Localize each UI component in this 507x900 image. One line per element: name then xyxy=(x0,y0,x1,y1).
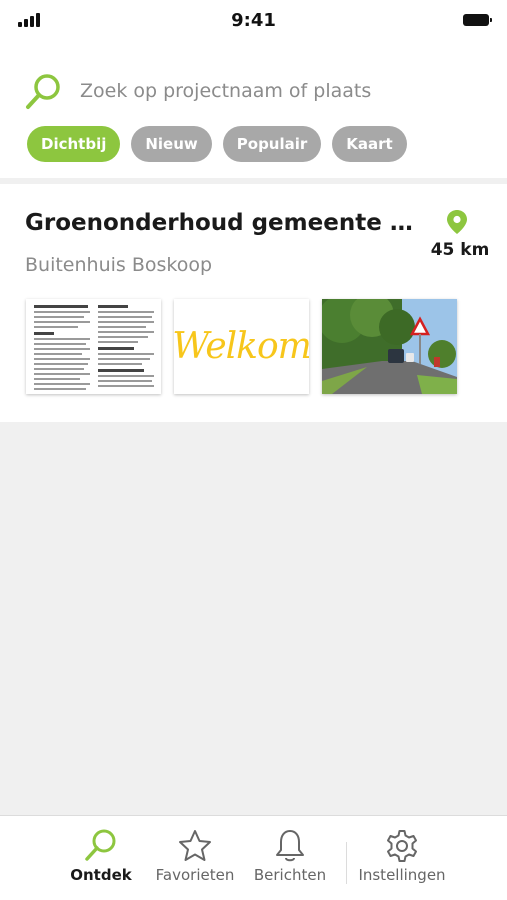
tab-label-instellingen: Instellingen xyxy=(358,866,446,884)
welcome-thumbnail[interactable]: Welkom xyxy=(174,299,309,394)
project-location: Buitenhuis Boskoop xyxy=(25,254,213,276)
tab-bar: Ontdek Favorieten Berichten Instellingen xyxy=(0,815,507,900)
tab-label-favorieten: Favorieten xyxy=(155,866,235,884)
tab-label-berichten: Berichten xyxy=(253,866,327,884)
filter-chips: Dichtbij Nieuw Populair Kaart xyxy=(27,126,407,162)
search-icon xyxy=(85,829,116,861)
filter-chip-kaart[interactable]: Kaart xyxy=(332,126,407,162)
search-icon xyxy=(26,74,60,109)
welcome-text: Welkom xyxy=(174,326,309,367)
header-area: 9:41 Dichtbij Nieuw Populair Kaart xyxy=(0,0,507,178)
battery-icon xyxy=(463,14,492,26)
photo-thumbnail[interactable] xyxy=(322,299,457,394)
status-time: 9:41 xyxy=(231,10,276,31)
tab-berichten[interactable]: Berichten xyxy=(235,828,345,884)
project-thumbnails: Welkom xyxy=(26,299,457,394)
gear-icon xyxy=(387,830,417,862)
tab-label-ontdek: Ontdek xyxy=(70,866,132,884)
project-card[interactable]: Groenonderhoud gemeente Voo... Buitenhui… xyxy=(0,184,507,422)
filter-chip-populair[interactable]: Populair xyxy=(222,126,322,162)
location-pin-icon xyxy=(447,210,467,234)
status-bar: 9:41 xyxy=(0,0,507,44)
bell-icon xyxy=(276,830,304,862)
tab-favorieten[interactable]: Favorieten xyxy=(140,828,250,884)
search-input[interactable] xyxy=(80,76,480,106)
search-bar[interactable] xyxy=(24,72,484,112)
project-title: Groenonderhoud gemeente Voo... xyxy=(25,210,420,236)
star-icon xyxy=(179,830,211,861)
project-distance: 45 km xyxy=(430,240,490,260)
filter-chip-nieuw[interactable]: Nieuw xyxy=(131,126,212,162)
document-thumbnail[interactable] xyxy=(26,299,161,394)
filter-chip-dichtbij[interactable]: Dichtbij xyxy=(27,126,121,162)
road-photo xyxy=(322,299,457,394)
tab-instellingen[interactable]: Instellingen xyxy=(347,828,457,884)
